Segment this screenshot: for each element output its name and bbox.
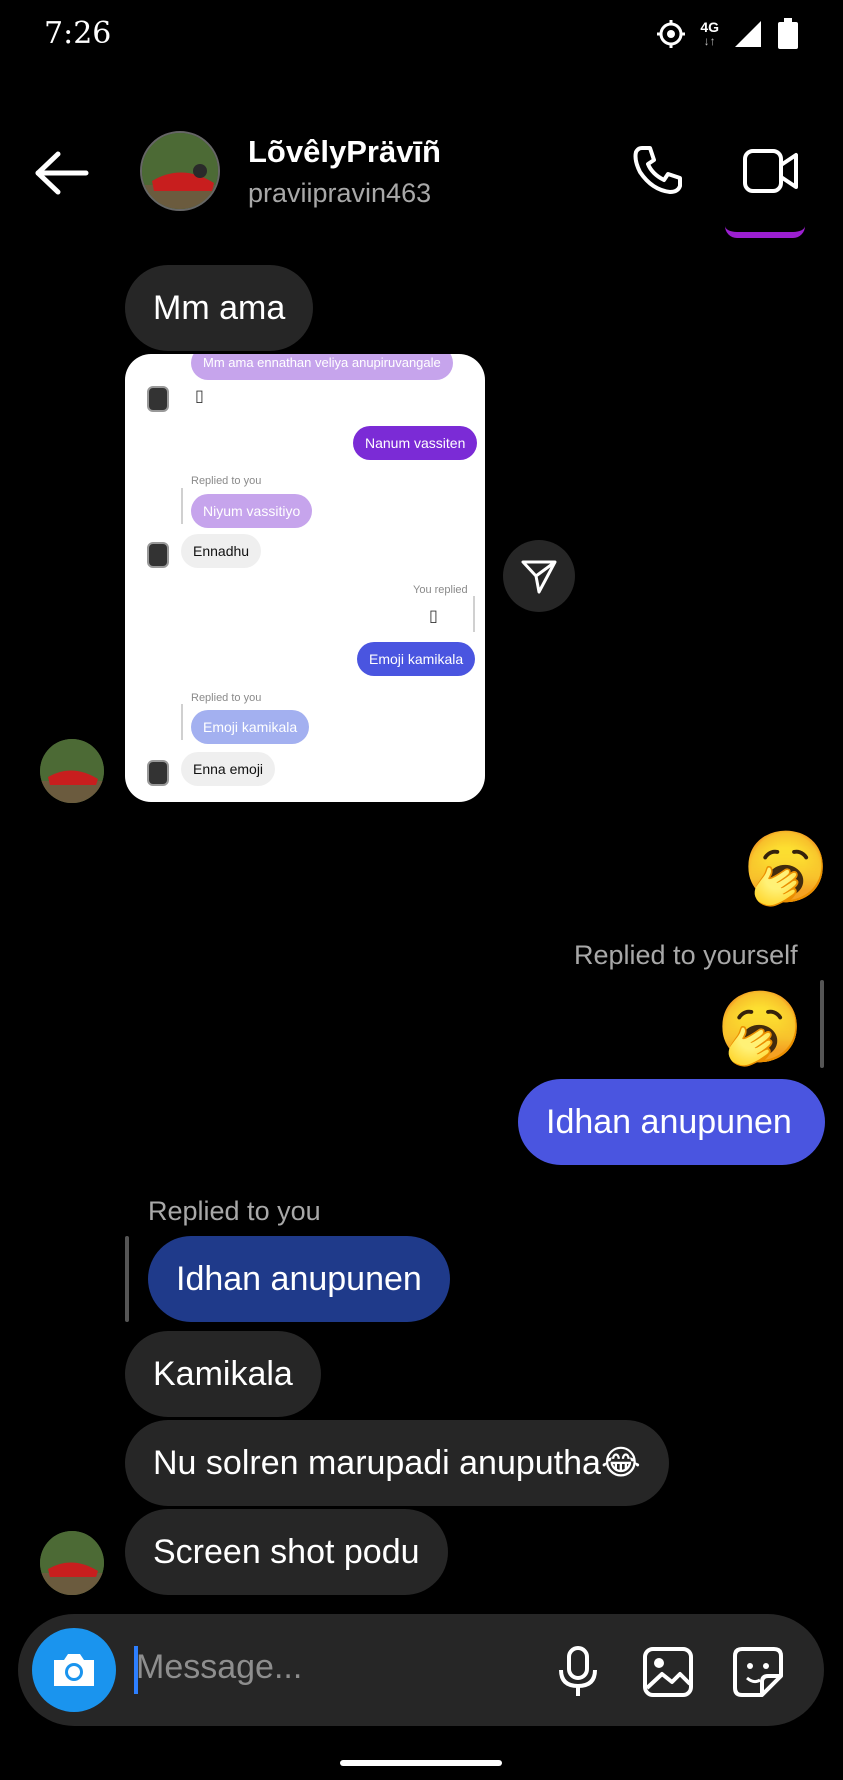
quoted-message[interactable]: Idhan anupunen (148, 1236, 450, 1322)
camera-icon (54, 1654, 94, 1686)
home-indicator[interactable] (340, 1760, 502, 1766)
network-type-icon: 4G ↓↑ (700, 20, 719, 48)
shot-caption: Replied to you (191, 692, 262, 704)
shot-avatar (147, 542, 169, 568)
data-arrows-icon: ↓↑ (703, 34, 716, 48)
microphone-icon[interactable] (556, 1646, 600, 1698)
sender-avatar[interactable] (40, 739, 104, 803)
send-icon (521, 560, 557, 594)
profile-photo-icon (40, 739, 104, 803)
reply-caption: Replied to yourself (574, 940, 798, 970)
shot-in-message: Ennadhu (181, 534, 262, 568)
message-bubble[interactable]: Nu solren marupadi anuputha😂 (125, 1420, 669, 1506)
shot-quoted-message: Emoji kamikala (191, 710, 310, 744)
shot-missing-glyph: ▯ (429, 608, 438, 625)
video-camera-icon[interactable] (742, 147, 800, 195)
header-accent (725, 226, 805, 238)
back-arrow-icon[interactable] (34, 150, 90, 196)
contact-name[interactable]: LõvêlyPrävīñ (248, 134, 441, 170)
shared-screenshot[interactable]: Mm ama ennathan veliya anupiruvangale ▯ … (125, 354, 485, 802)
phone-icon[interactable] (630, 142, 686, 198)
shot-out-message: Emoji kamikala (357, 642, 476, 676)
reply-indicator (820, 980, 824, 1068)
shot-reply-line (181, 704, 183, 740)
message-bubble[interactable]: Kamikala (125, 1331, 321, 1417)
shot-avatar (147, 386, 169, 412)
profile-photo-icon (40, 1531, 104, 1595)
share-button[interactable] (503, 540, 575, 612)
shot-caption: Replied to you (191, 475, 262, 487)
shot-caption: You replied (413, 584, 468, 596)
message-bubble-sent[interactable]: Idhan anupunen (518, 1079, 825, 1165)
signal-icon (735, 21, 761, 47)
sticker-icon[interactable] (732, 1646, 784, 1698)
camera-button[interactable] (32, 1628, 116, 1712)
profile-photo-icon (142, 133, 218, 209)
message-bubble[interactable]: Screen shot podu (125, 1509, 448, 1595)
shot-in-message: Enna emoji (181, 752, 276, 786)
shot-missing-glyph: ▯ (195, 388, 204, 405)
gallery-icon[interactable] (642, 1646, 694, 1698)
contact-username[interactable]: praviipravin463 (248, 178, 431, 209)
reply-caption: Replied to you (148, 1196, 321, 1226)
shot-out-message: Nanum vassiten (353, 426, 478, 460)
location-icon (657, 20, 686, 48)
emoji-message[interactable]: 🥱 (716, 992, 803, 1062)
profile-avatar[interactable] (140, 131, 220, 211)
message-bubble[interactable]: Mm ama (125, 265, 314, 351)
shot-avatar (147, 760, 169, 786)
reply-indicator (125, 1236, 129, 1322)
emoji-message[interactable]: 🥱 (742, 832, 829, 902)
battery-icon (778, 18, 798, 49)
status-time: 7:26 (44, 16, 112, 51)
message-input[interactable]: Message... (136, 1648, 302, 1687)
status-icons: 4G ↓↑ (656, 18, 799, 50)
shot-partial-message: Mm ama ennathan veliya anupiruvangale (191, 354, 453, 380)
shot-reply-line (473, 596, 475, 632)
shot-reply-line (181, 488, 183, 524)
shot-quoted-message: Niyum vassitiyo (191, 494, 313, 528)
network-label: 4G (700, 19, 719, 35)
sender-avatar[interactable] (40, 1531, 104, 1595)
